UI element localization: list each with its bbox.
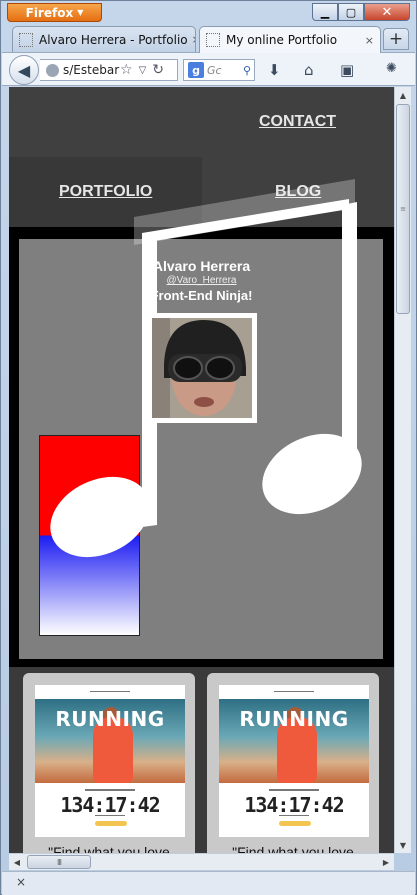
google-icon[interactable]: g bbox=[188, 62, 204, 78]
caret-down-icon: ▼ bbox=[77, 8, 84, 17]
history-dropdown-icon[interactable]: ▽ bbox=[139, 65, 147, 76]
vertical-scrollbar[interactable]: ▲ ≡ ▼ bbox=[394, 87, 411, 853]
address-text: s/Estebar bbox=[63, 63, 120, 77]
profile-twitter-link[interactable]: @Varo_Herrera bbox=[119, 275, 284, 286]
reload-icon[interactable]: ↻ bbox=[152, 62, 164, 78]
screenshot-title: RUNNING bbox=[55, 707, 165, 731]
search-icon[interactable]: ⚲ bbox=[243, 64, 254, 77]
firefox-menu-label: Firefox bbox=[25, 5, 74, 20]
page-viewport: CONTACT PORTFOLIO BLOG Alvaro Herrera @V… bbox=[9, 87, 394, 853]
tab-title: Alvaro Herrera - Portfolio bbox=[39, 32, 188, 47]
screenshot-timer: 134:17:42 bbox=[60, 793, 160, 817]
tab-alvaro-portfolio[interactable]: Alvaro Herrera - Portfolio × bbox=[12, 26, 196, 52]
back-arrow-icon[interactable]: ◀ bbox=[9, 55, 39, 85]
nav-blog-link[interactable]: BLOG bbox=[275, 183, 321, 201]
firefox-menu-button[interactable]: Firefox ▼ bbox=[7, 3, 102, 22]
portfolio-card[interactable]: RUNNING 134:17:42 "Find what you love bbox=[207, 673, 379, 853]
search-placeholder: Gc bbox=[207, 63, 222, 77]
color-gradient-block bbox=[39, 435, 140, 636]
globe-icon bbox=[46, 63, 59, 77]
tab-close-icon[interactable]: × bbox=[188, 33, 195, 46]
portfolio-cards: RUNNING 134:17:42 "Find what you love RU… bbox=[9, 667, 394, 853]
new-tab-button[interactable]: + bbox=[383, 28, 409, 50]
close-window-button[interactable]: ✕ bbox=[364, 3, 410, 21]
avatar-photo bbox=[152, 318, 252, 418]
close-addon-bar-icon[interactable]: × bbox=[16, 875, 26, 889]
scroll-left-icon[interactable]: ◀ bbox=[9, 854, 25, 870]
maximize-button[interactable]: ▢ bbox=[338, 3, 364, 21]
nav-contact-link[interactable]: CONTACT bbox=[259, 113, 336, 131]
page-favicon-icon bbox=[206, 33, 220, 47]
bookmark-star-icon[interactable]: ☆ bbox=[120, 62, 133, 78]
site-header: CONTACT PORTFOLIO BLOG bbox=[9, 87, 394, 227]
horizontal-scroll-thumb[interactable]: III bbox=[27, 855, 91, 869]
avatar bbox=[147, 313, 257, 423]
minimize-button[interactable]: ▁ bbox=[312, 3, 338, 21]
page-favicon-icon bbox=[19, 32, 33, 47]
card-quote: "Find what you love bbox=[48, 844, 170, 853]
scroll-right-icon[interactable]: ▶ bbox=[378, 854, 394, 870]
tab-title: My online Portfolio bbox=[226, 33, 338, 47]
bookmarks-menu-icon[interactable]: ▣ bbox=[340, 61, 354, 79]
navigation-toolbar: ◀ s/Estebar ☆ ▽ ↻ g Gc ⚲ ⬇ ⌂ ▣ ✺ bbox=[2, 52, 415, 86]
portfolio-card[interactable]: RUNNING 134:17:42 "Find what you love bbox=[23, 673, 195, 853]
profile-name: Alvaro Herrera bbox=[152, 258, 251, 274]
browser-window: Firefox ▼ ▁ ▢ ✕ Alvaro Herrera - Portfoli… bbox=[0, 0, 417, 895]
tab-my-online-portfolio[interactable]: My online Portfolio × bbox=[199, 26, 381, 53]
project-screenshot[interactable]: RUNNING 134:17:42 bbox=[35, 685, 185, 837]
search-bar[interactable]: g Gc ⚲ bbox=[183, 59, 255, 81]
profile-tagline: Front-End Ninja! bbox=[150, 288, 253, 303]
nav-portfolio-link[interactable]: PORTFOLIO bbox=[59, 183, 152, 201]
screenshot-title: RUNNING bbox=[239, 707, 349, 731]
addon-icon[interactable]: ✺ bbox=[386, 61, 397, 76]
home-icon[interactable]: ⌂ bbox=[304, 61, 314, 79]
project-screenshot[interactable]: RUNNING 134:17:42 bbox=[219, 685, 369, 837]
status-bar: × bbox=[2, 871, 415, 895]
horizontal-scrollbar[interactable]: ◀ III ▶ bbox=[9, 853, 394, 870]
screenshot-timer: 134:17:42 bbox=[244, 793, 344, 817]
scroll-up-icon[interactable]: ▲ bbox=[395, 87, 411, 103]
tab-close-icon[interactable]: × bbox=[361, 34, 374, 47]
scroll-down-icon[interactable]: ▼ bbox=[395, 837, 411, 853]
vertical-scroll-thumb[interactable]: ≡ bbox=[396, 104, 410, 314]
download-icon[interactable]: ⬇ bbox=[268, 61, 281, 79]
card-quote: "Find what you love bbox=[232, 844, 354, 853]
